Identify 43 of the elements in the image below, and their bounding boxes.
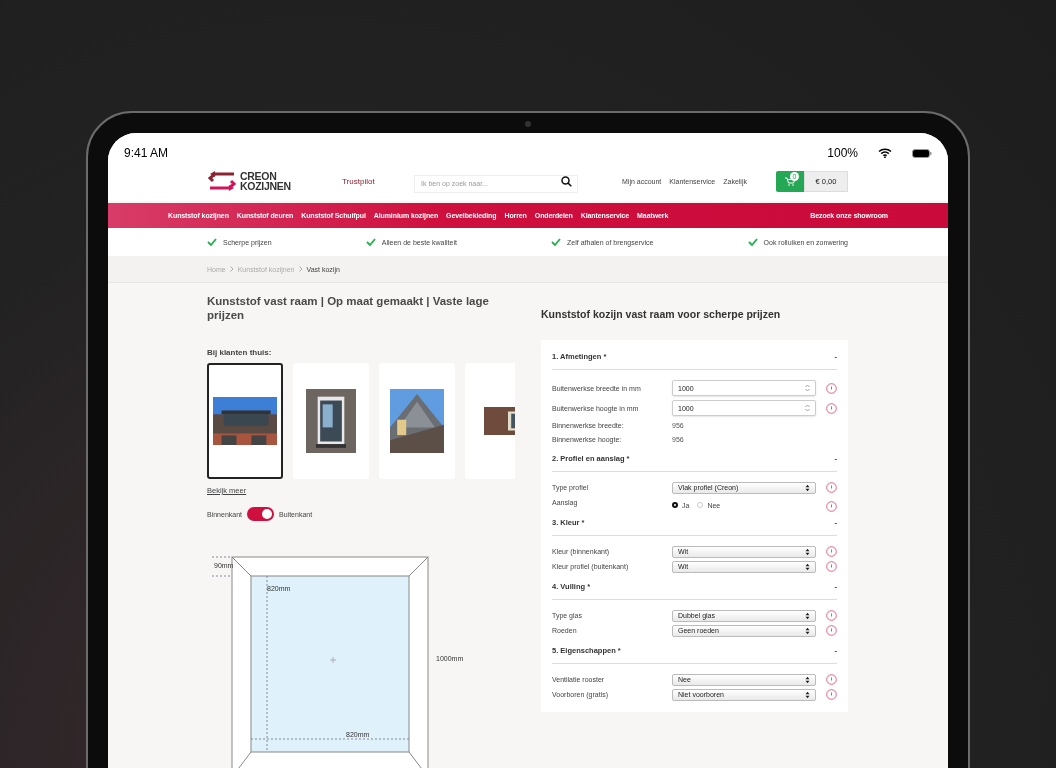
info-icon[interactable] (826, 402, 837, 414)
info-icon[interactable] (826, 674, 837, 685)
wifi-icon (878, 148, 892, 158)
battery-icon (912, 148, 932, 158)
radio-button[interactable] (672, 502, 678, 508)
check-icon (551, 238, 562, 246)
gallery-card[interactable] (293, 363, 369, 479)
dropdown-arrows-icon (805, 547, 810, 556)
cart-icon (785, 176, 795, 186)
stepper-arrows-icon[interactable] (805, 384, 810, 392)
gallery-card[interactable] (207, 363, 283, 479)
dropdown-arrows-icon (805, 611, 810, 620)
check-icon (365, 238, 376, 246)
battery-percentage: 100% (827, 146, 858, 160)
status-time: 9:41 AM (124, 146, 169, 160)
stepper-arrows-icon[interactable] (805, 404, 810, 412)
check-icon (207, 238, 217, 246)
product-title: Kunststof vast raam | Op maat gemaakt | Vaste lage prijzen (207, 294, 490, 322)
check-icon (747, 238, 758, 246)
info-icon[interactable] (826, 482, 837, 493)
info-icon[interactable] (826, 625, 837, 636)
dropdown-arrows-icon (805, 675, 810, 684)
info-icon[interactable] (826, 610, 837, 621)
trustpilot-link[interactable]: Trustpilot (342, 176, 414, 186)
search-icon[interactable] (561, 176, 572, 187)
view-toggle[interactable] (247, 507, 275, 521)
dropdown-arrows-icon (805, 562, 810, 571)
configurator-title: Kunststof kozijn vast raam voor scherpe prijzen (541, 308, 782, 320)
info-icon[interactable] (826, 546, 837, 557)
dropdown-arrows-icon (805, 483, 810, 492)
chevron-icon (298, 266, 303, 272)
logo-text: KOZIJNEN (240, 181, 291, 191)
dropdown-arrows-icon (805, 690, 810, 699)
gallery-card[interactable] (379, 363, 455, 479)
chevron-icon (229, 266, 234, 272)
logo-text: CREON (240, 171, 278, 181)
logo-arrows-icon (207, 170, 237, 192)
info-icon[interactable] (826, 501, 837, 512)
info-icon[interactable] (826, 382, 837, 394)
info-icon[interactable] (826, 561, 837, 572)
info-icon[interactable] (826, 689, 837, 700)
dropdown-arrows-icon (805, 626, 810, 635)
gallery-label: Bij klanten thuis: (207, 348, 273, 357)
